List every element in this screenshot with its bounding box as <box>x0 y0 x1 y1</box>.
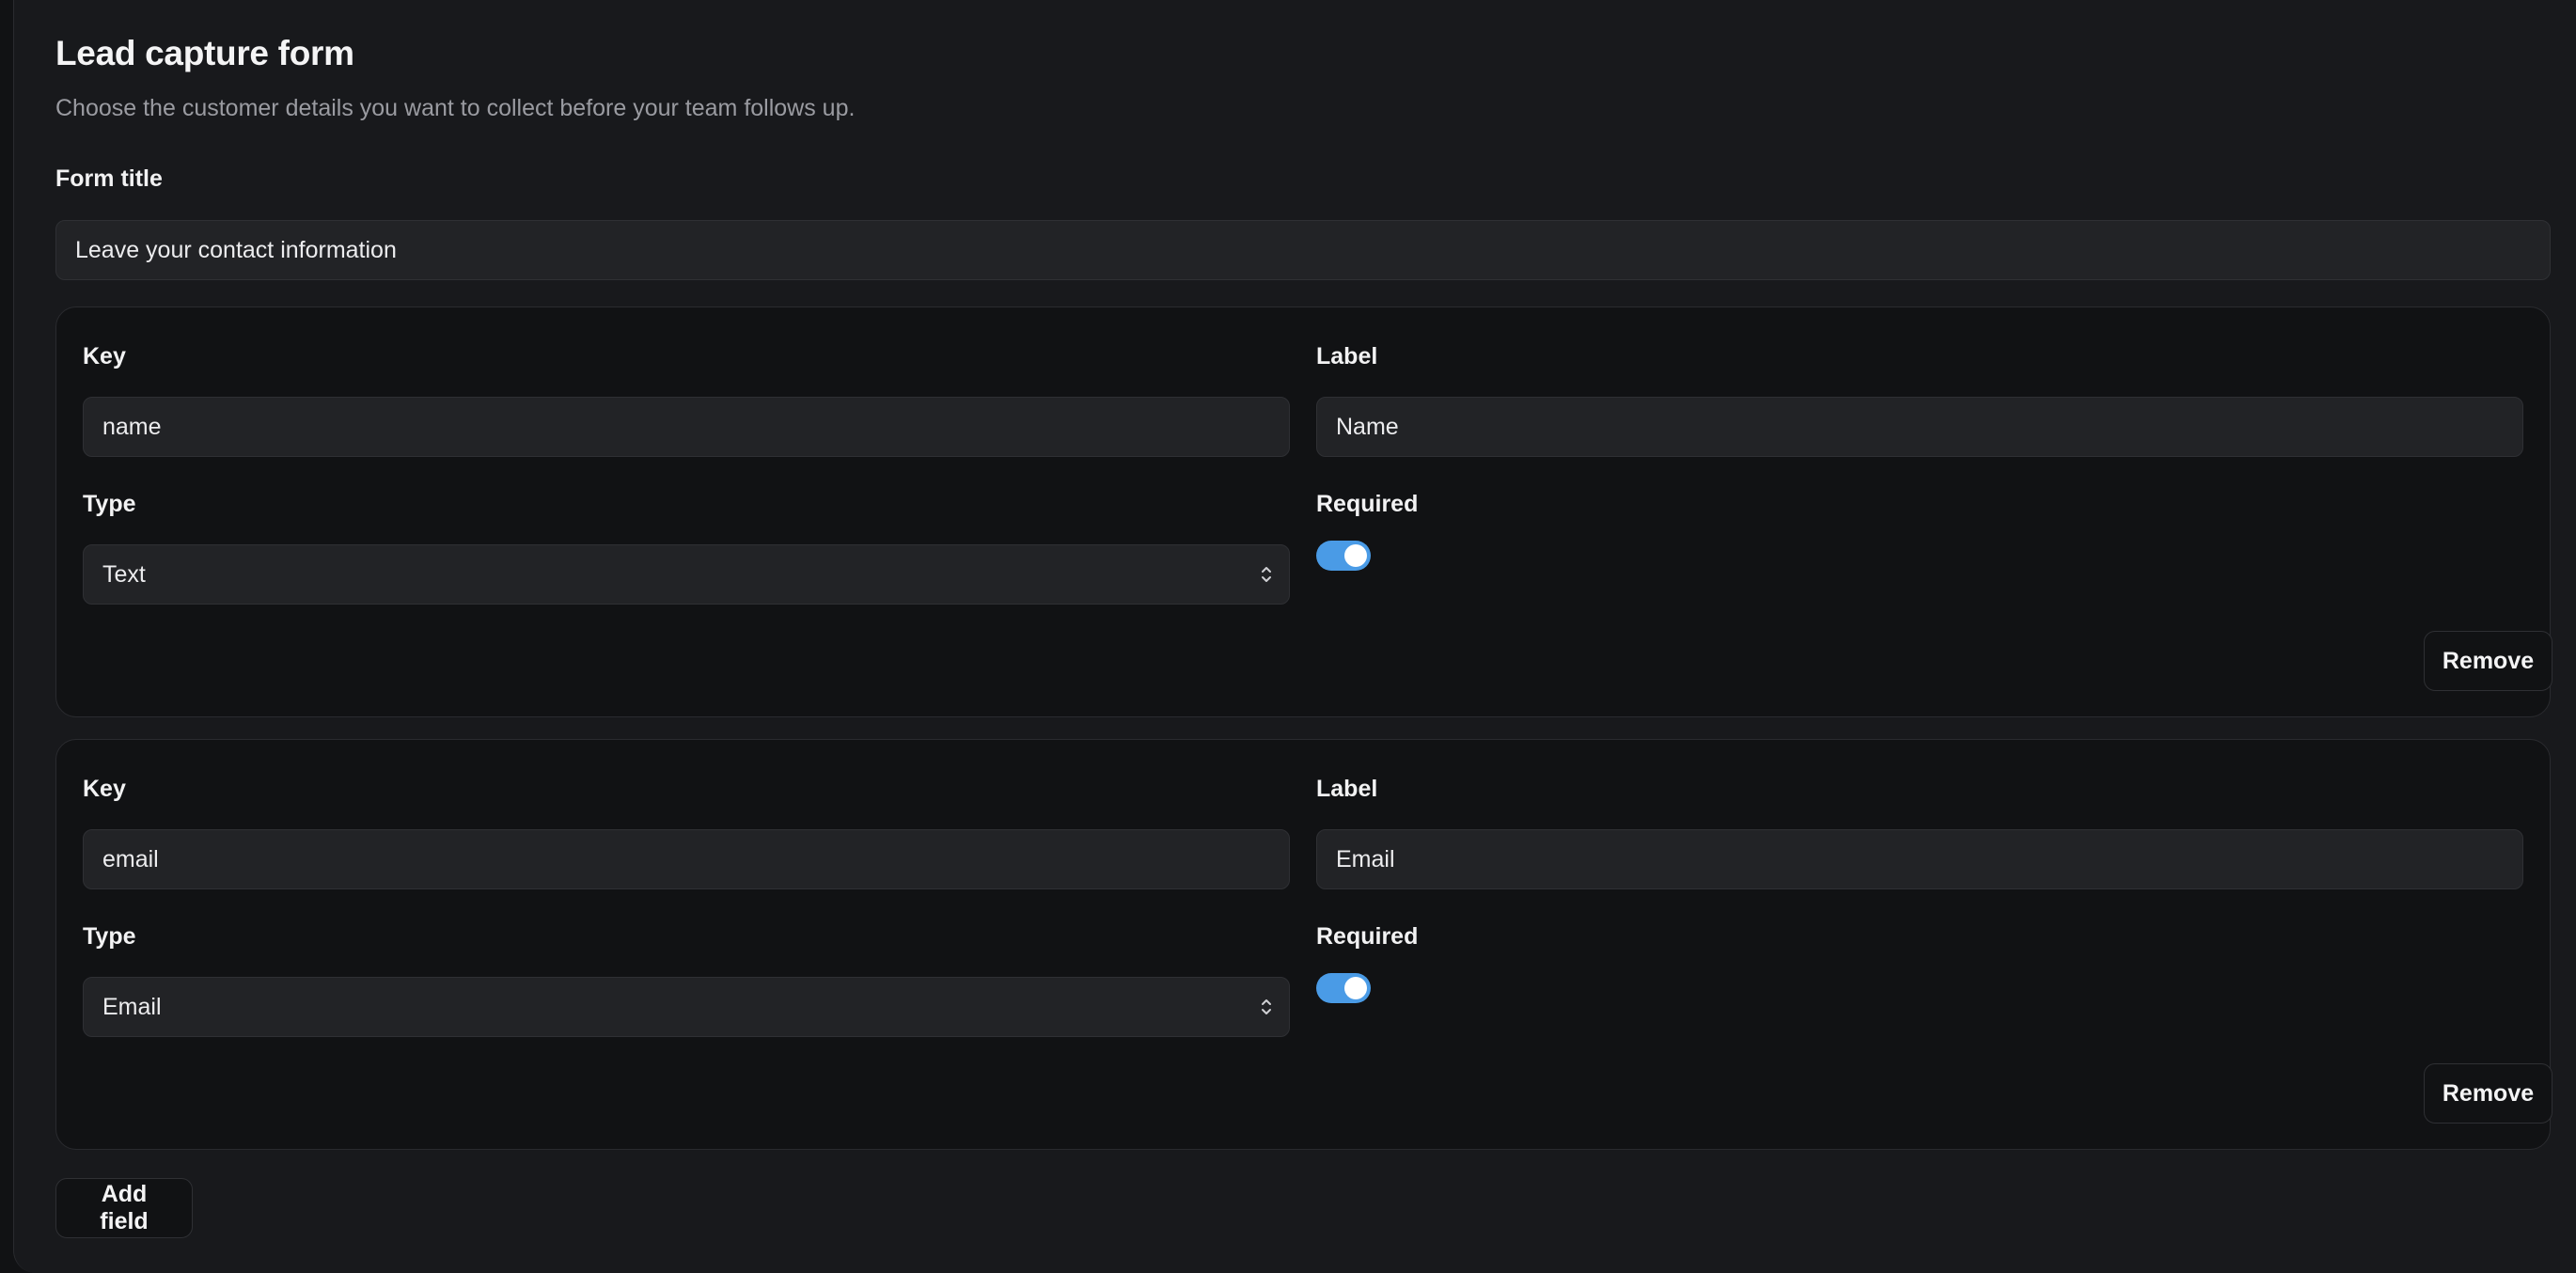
add-field-button[interactable]: Add field <box>55 1178 193 1238</box>
required-toggle[interactable] <box>1316 973 1371 1003</box>
required-toggle[interactable] <box>1316 541 1371 571</box>
form-title-label: Form title <box>55 165 163 192</box>
label-value: Name <box>1336 413 1399 440</box>
type-value: Text <box>102 560 146 588</box>
key-input[interactable]: email <box>83 829 1290 889</box>
type-select[interactable]: Text <box>83 544 1290 605</box>
remove-field-button[interactable]: Remove <box>2424 1063 2552 1124</box>
key-label: Key <box>83 343 126 369</box>
label-label: Label <box>1316 776 1378 802</box>
type-label: Type <box>83 491 136 517</box>
label-input[interactable]: Name <box>1316 397 2523 457</box>
key-input[interactable]: name <box>83 397 1290 457</box>
toggle-knob <box>1344 977 1367 999</box>
label-label: Label <box>1316 343 1378 369</box>
remove-field-button[interactable]: Remove <box>2424 631 2552 691</box>
key-value: email <box>102 845 159 872</box>
chevron-up-down-icon <box>1262 999 1271 1014</box>
toggle-knob <box>1344 544 1367 567</box>
key-label: Key <box>83 776 126 802</box>
type-value: Email <box>102 993 162 1020</box>
required-label: Required <box>1316 923 1419 950</box>
label-value: Email <box>1336 845 1395 872</box>
key-value: name <box>102 413 162 440</box>
field-card: Key email Label Email Type Email Require… <box>55 739 2552 1150</box>
field-card: Key name Label Name Type Text Required R… <box>55 306 2552 717</box>
chevron-up-down-icon <box>1262 567 1271 582</box>
required-label: Required <box>1316 491 1419 517</box>
label-input[interactable]: Email <box>1316 829 2523 889</box>
page-title: Lead capture form <box>55 34 354 72</box>
page-subtitle: Choose the customer details you want to … <box>55 95 856 121</box>
type-label: Type <box>83 923 136 950</box>
form-title-value: Leave your contact information <box>75 236 397 263</box>
form-title-input[interactable]: Leave your contact information <box>55 220 2551 280</box>
type-select[interactable]: Email <box>83 977 1290 1037</box>
page-panel: Lead capture form Choose the customer de… <box>13 0 2576 1273</box>
